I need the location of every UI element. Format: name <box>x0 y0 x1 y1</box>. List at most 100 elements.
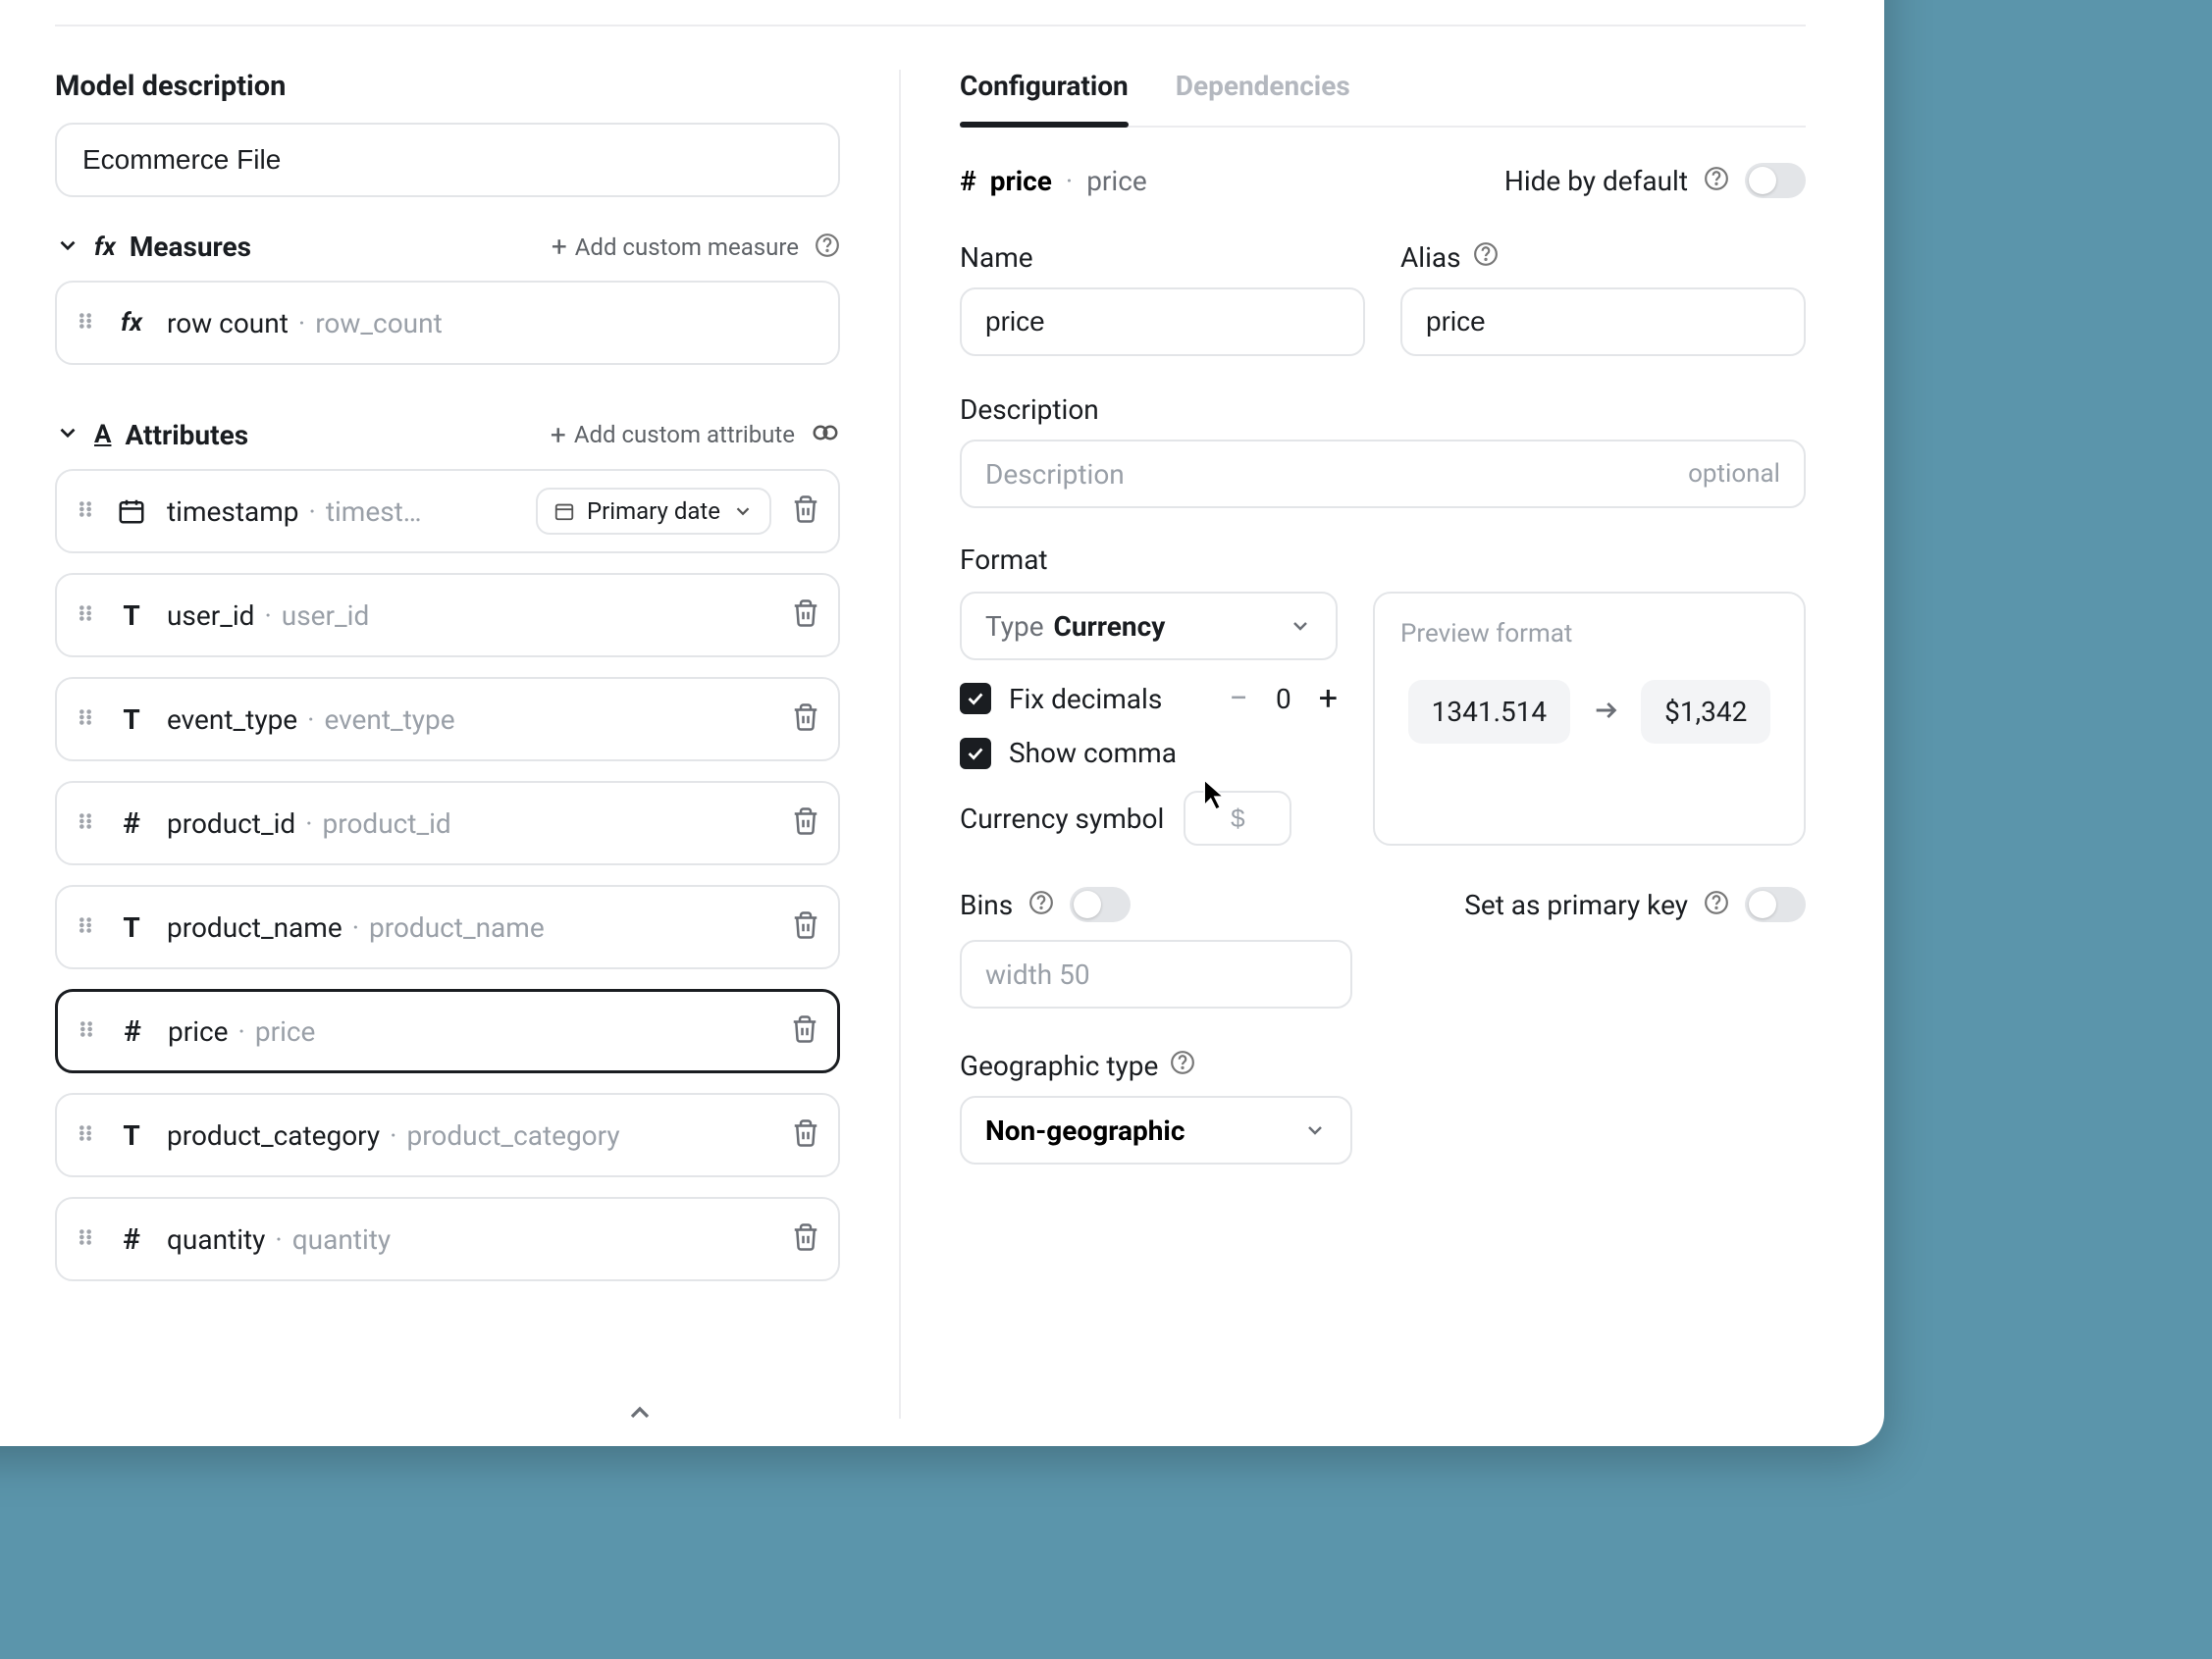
tab-configuration[interactable]: Configuration <box>960 70 1129 126</box>
drag-handle-icon[interactable] <box>75 1226 96 1252</box>
link-icon[interactable] <box>811 418 840 451</box>
field-label: user_id·user_id <box>167 599 771 632</box>
bins-width-input[interactable]: width 50 <box>960 940 1352 1009</box>
tab-dependencies[interactable]: Dependencies <box>1176 70 1350 126</box>
field-label: product_id·product_id <box>167 807 771 840</box>
number-icon: # <box>117 1014 148 1049</box>
attribute-icon: A <box>94 420 111 449</box>
drag-handle-icon[interactable] <box>75 602 96 628</box>
preview-before: 1341.514 <box>1408 680 1571 744</box>
geographic-type-label: Geographic type <box>960 1050 1806 1082</box>
delete-button[interactable] <box>791 494 820 528</box>
drag-handle-icon[interactable] <box>75 810 96 836</box>
currency-symbol-input[interactable] <box>1184 791 1291 846</box>
attribute-row-user-id[interactable]: T user_id·user_id <box>55 573 840 657</box>
preview-after: $1,342 <box>1641 680 1770 744</box>
decimals-value: 0 <box>1276 683 1291 715</box>
add-attribute-button[interactable]: +Add custom attribute <box>551 419 795 451</box>
delete-button[interactable] <box>791 910 820 944</box>
attribute-row-timestamp[interactable]: timestamp·timest… Primary date <box>55 469 840 553</box>
field-label: quantity·quantity <box>167 1223 771 1256</box>
drag-handle-icon[interactable] <box>75 914 96 940</box>
help-icon[interactable] <box>815 233 840 262</box>
arrow-right-icon <box>1592 697 1619 728</box>
description-label: Description <box>960 393 1806 426</box>
help-icon[interactable] <box>1704 166 1729 195</box>
name-label: Name <box>960 241 1365 274</box>
preview-format-box: Preview format 1341.514 $1,342 <box>1373 592 1806 846</box>
chevron-down-icon <box>1289 614 1312 638</box>
decrement-button[interactable]: − <box>1230 682 1248 715</box>
delete-button[interactable] <box>791 806 820 840</box>
number-icon: # <box>960 165 976 197</box>
model-description-label: Model description <box>55 70 840 103</box>
delete-button[interactable] <box>791 598 820 632</box>
cursor-icon <box>1202 776 1228 813</box>
help-icon[interactable] <box>1473 241 1499 274</box>
chevron-up-icon[interactable] <box>624 1397 656 1428</box>
number-icon: # <box>116 806 147 841</box>
geographic-type-select[interactable]: Non-geographic <box>960 1096 1352 1165</box>
delete-button[interactable] <box>790 1014 819 1048</box>
chevron-down-icon[interactable] <box>55 420 80 449</box>
increment-button[interactable]: + <box>1319 682 1338 715</box>
text-icon: T <box>116 703 147 736</box>
name-input[interactable] <box>960 287 1365 356</box>
text-icon: T <box>116 911 147 944</box>
attribute-row-product-name[interactable]: T product_name·product_name <box>55 885 840 969</box>
help-icon[interactable] <box>1028 890 1054 919</box>
chevron-down-icon <box>732 500 754 522</box>
field-label: row count·row_count <box>167 307 820 339</box>
field-label: product_category·product_category <box>167 1119 771 1152</box>
primary-key-toggle[interactable] <box>1745 887 1806 922</box>
decimals-stepper[interactable]: − 0 + <box>1230 682 1339 715</box>
attribute-row-event-type[interactable]: T event_type·event_type <box>55 677 840 761</box>
field-label: product_name·product_name <box>167 911 771 944</box>
primary-date-select[interactable]: Primary date <box>536 488 771 535</box>
delete-button[interactable] <box>791 702 820 736</box>
bins-label: Bins <box>960 889 1013 921</box>
hide-by-default-toggle[interactable] <box>1745 163 1806 198</box>
hide-by-default-label: Hide by default <box>1504 165 1688 197</box>
chevron-down-icon[interactable] <box>55 233 80 262</box>
primary-key-label: Set as primary key <box>1464 889 1688 921</box>
model-description-input[interactable] <box>55 123 840 197</box>
bins-toggle[interactable] <box>1070 887 1131 922</box>
fix-decimals-checkbox[interactable] <box>960 683 991 714</box>
preview-format-label: Preview format <box>1400 619 1778 648</box>
field-label: timestamp·timest… <box>167 495 516 528</box>
measure-row[interactable]: fx row count·row_count <box>55 281 840 365</box>
help-icon[interactable] <box>1704 890 1729 919</box>
measures-title: Measures <box>130 231 251 263</box>
chevron-down-icon <box>1303 1118 1327 1142</box>
add-measure-button[interactable]: +Add custom measure <box>552 231 799 263</box>
alias-input[interactable] <box>1400 287 1806 356</box>
format-label: Format <box>960 544 1806 576</box>
delete-button[interactable] <box>791 1222 820 1256</box>
alias-label: Alias <box>1400 241 1806 274</box>
fx-icon: fx <box>116 308 147 337</box>
drag-handle-icon[interactable] <box>75 310 96 336</box>
drag-handle-icon[interactable] <box>76 1018 97 1044</box>
drag-handle-icon[interactable] <box>75 1122 96 1148</box>
optional-badge: optional <box>1688 459 1780 489</box>
calendar-icon <box>116 496 147 526</box>
field-label: event_type·event_type <box>167 703 771 736</box>
help-icon[interactable] <box>1170 1050 1195 1082</box>
attribute-row-quantity[interactable]: # quantity·quantity <box>55 1197 840 1281</box>
attributes-title: Attributes <box>125 419 248 451</box>
fix-decimals-label: Fix decimals <box>1009 683 1162 715</box>
show-comma-checkbox[interactable] <box>960 738 991 769</box>
attribute-row-product-id[interactable]: # product_id·product_id <box>55 781 840 865</box>
text-icon: T <box>116 599 147 632</box>
field-label: price·price <box>168 1015 770 1048</box>
currency-symbol-label: Currency symbol <box>960 803 1164 835</box>
delete-button[interactable] <box>791 1118 820 1152</box>
description-input[interactable]: Description optional <box>960 440 1806 508</box>
show-comma-label: Show comma <box>1009 737 1177 769</box>
attribute-row-product-category[interactable]: T product_category·product_category <box>55 1093 840 1177</box>
drag-handle-icon[interactable] <box>75 498 96 524</box>
format-type-select[interactable]: TypeCurrency <box>960 592 1338 660</box>
attribute-row-price[interactable]: # price·price <box>55 989 840 1073</box>
drag-handle-icon[interactable] <box>75 706 96 732</box>
